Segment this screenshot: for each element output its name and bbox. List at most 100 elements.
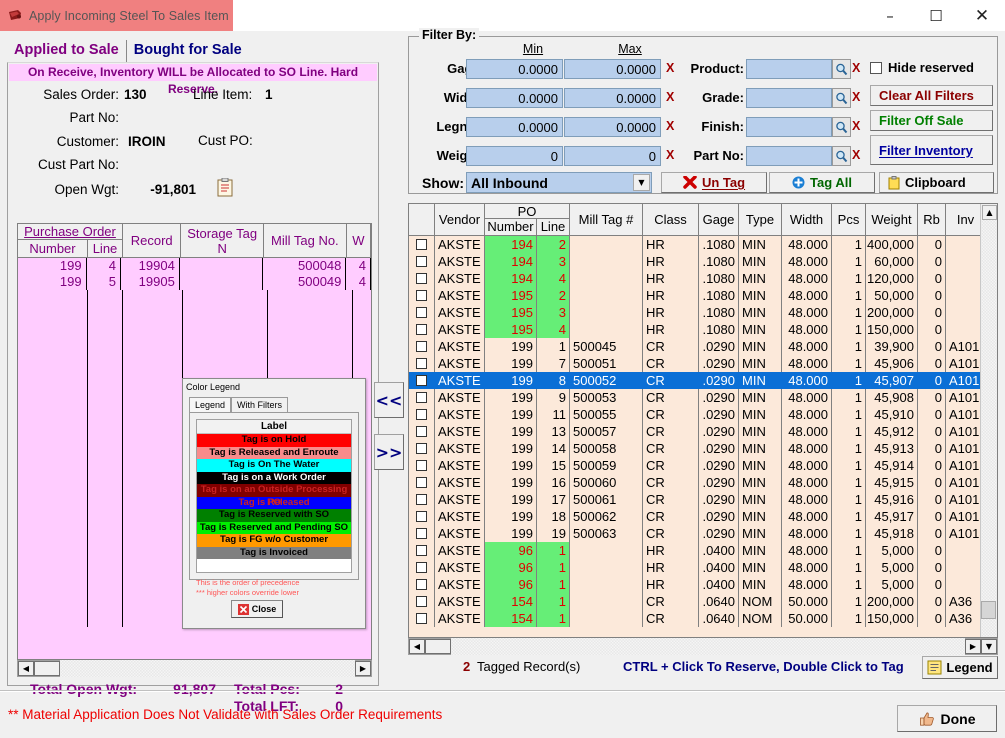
table-cell[interactable] <box>570 593 643 610</box>
checkbox-icon[interactable] <box>416 613 427 624</box>
table-cell[interactable]: HR <box>643 576 699 593</box>
table-cell[interactable]: 45,917 <box>866 508 918 525</box>
color-legend-dialog[interactable]: Color Legend Legend With Filters Label T… <box>182 378 366 629</box>
applied-tag-row[interactable]: 199 4 19904 500048 4 <box>18 258 371 274</box>
table-cell[interactable]: CR <box>643 440 699 457</box>
row-checkbox[interactable] <box>409 355 435 372</box>
table-cell[interactable]: 48.000 <box>782 576 832 593</box>
table-cell[interactable]: MIN <box>739 491 782 508</box>
legend-tab-legend[interactable]: Legend <box>189 397 232 412</box>
table-cell[interactable]: 199 <box>485 389 537 406</box>
table-cell[interactable]: MIN <box>739 559 782 576</box>
table-cell[interactable]: .0290 <box>699 474 739 491</box>
table-cell[interactable]: 17 <box>537 491 570 508</box>
table-cell[interactable]: 0 <box>918 423 946 440</box>
applied-tag-cell[interactable]: 4 <box>346 258 371 274</box>
table-cell[interactable]: 1 <box>832 593 866 610</box>
table-cell[interactable]: 48.000 <box>782 474 832 491</box>
table-row[interactable]: AKSTE 195 2 HR .1080 MIN 48.000 1 50,000 0 <box>409 287 997 304</box>
table-cell[interactable]: 199 <box>485 355 537 372</box>
table-cell[interactable]: 45,916 <box>866 491 918 508</box>
col-type[interactable]: Type <box>739 204 782 236</box>
table-cell[interactable]: MIN <box>739 270 782 287</box>
grade-search-button[interactable] <box>832 88 851 108</box>
applied-tag-cell[interactable]: 19905 <box>121 274 180 290</box>
table-cell[interactable]: 500060 <box>570 474 643 491</box>
product-clear-x[interactable]: X <box>852 61 860 75</box>
table-cell[interactable]: 199 <box>485 474 537 491</box>
table-cell[interactable]: 0 <box>918 474 946 491</box>
applied-tags-grid-body[interactable]: 199 4 19904 500048 4 199 5 19905 500049 4 <box>18 258 371 290</box>
weight-max-input[interactable]: 0 <box>564 146 661 166</box>
row-checkbox[interactable] <box>409 338 435 355</box>
table-cell[interactable]: .0290 <box>699 406 739 423</box>
row-checkbox[interactable] <box>409 270 435 287</box>
table-cell[interactable]: CR <box>643 355 699 372</box>
applied-tag-cell[interactable]: 199 <box>18 274 87 290</box>
table-cell[interactable]: 5,000 <box>866 576 918 593</box>
col-w[interactable]: W <box>346 224 371 258</box>
checkbox-icon[interactable] <box>416 579 427 590</box>
tag-all-button[interactable]: Tag All <box>769 172 875 193</box>
table-cell[interactable]: 48.000 <box>782 440 832 457</box>
table-cell[interactable]: 1 <box>832 491 866 508</box>
legend-close-button[interactable]: Close <box>231 600 283 618</box>
table-cell[interactable]: 500061 <box>570 491 643 508</box>
col-po-number[interactable]: Number <box>18 240 88 257</box>
table-cell[interactable]: 0 <box>918 508 946 525</box>
table-cell[interactable]: .0290 <box>699 440 739 457</box>
table-cell[interactable]: .1080 <box>699 236 739 253</box>
applied-tag-cell[interactable]: 4 <box>346 274 371 290</box>
table-cell[interactable]: .0290 <box>699 508 739 525</box>
table-cell[interactable]: CR <box>643 491 699 508</box>
table-cell[interactable]: 8 <box>537 372 570 389</box>
checkbox-icon[interactable] <box>416 273 427 284</box>
table-cell[interactable]: 45,915 <box>866 474 918 491</box>
partno-search-button[interactable] <box>832 146 851 166</box>
table-cell[interactable]: 154 <box>485 593 537 610</box>
table-cell[interactable]: .0400 <box>699 559 739 576</box>
table-cell[interactable]: HR <box>643 287 699 304</box>
table-cell[interactable] <box>570 287 643 304</box>
row-checkbox[interactable] <box>409 287 435 304</box>
table-cell[interactable]: MIN <box>739 389 782 406</box>
checkbox-icon[interactable] <box>416 375 427 386</box>
table-cell[interactable]: CR <box>643 389 699 406</box>
table-cell[interactable]: 50.000 <box>782 610 832 627</box>
inbound-grid-hscrollbar[interactable]: ◀ ▶ ▼ <box>408 638 998 655</box>
col-vendor[interactable]: Vendor <box>435 204 485 236</box>
clipboard-filter-button[interactable]: Clipboard <box>879 172 994 193</box>
table-cell[interactable]: 39,900 <box>866 338 918 355</box>
table-cell[interactable]: 1 <box>832 372 866 389</box>
width-max-input[interactable]: 0.0000 <box>564 88 661 108</box>
chevron-down-icon[interactable]: ▼ <box>633 174 650 191</box>
table-row[interactable]: AKSTE 199 9 500053 CR .0290 MIN 48.000 1 45,908 0 A… <box>409 389 997 406</box>
table-cell[interactable]: 500053 <box>570 389 643 406</box>
table-row[interactable]: AKSTE 199 18 500062 CR .0290 MIN 48.000 1 45,917 0… <box>409 508 997 525</box>
table-cell[interactable]: HR <box>643 542 699 559</box>
table-row[interactable]: AKSTE 96 1 HR .0400 MIN 48.000 1 5,000 0 <box>409 576 997 593</box>
table-cell[interactable]: .0640 <box>699 610 739 627</box>
table-cell[interactable]: AKSTE <box>435 304 485 321</box>
table-cell[interactable]: HR <box>643 321 699 338</box>
minimize-button[interactable]: – <box>867 0 913 31</box>
table-cell[interactable]: 4 <box>537 270 570 287</box>
table-cell[interactable]: 1 <box>832 236 866 253</box>
table-cell[interactable]: .0290 <box>699 355 739 372</box>
table-row[interactable]: AKSTE 96 1 HR .0400 MIN 48.000 1 5,000 0 <box>409 559 997 576</box>
table-cell[interactable]: MIN <box>739 406 782 423</box>
table-cell[interactable]: AKSTE <box>435 270 485 287</box>
table-cell[interactable]: 0 <box>918 440 946 457</box>
table-cell[interactable] <box>570 304 643 321</box>
table-cell[interactable]: HR <box>643 304 699 321</box>
table-cell[interactable]: 48.000 <box>782 508 832 525</box>
table-cell[interactable]: 4 <box>537 321 570 338</box>
table-cell[interactable]: 0 <box>918 610 946 627</box>
table-cell[interactable]: 48.000 <box>782 287 832 304</box>
table-cell[interactable]: 0 <box>918 253 946 270</box>
table-cell[interactable]: AKSTE <box>435 542 485 559</box>
checkbox-icon[interactable] <box>416 290 427 301</box>
row-checkbox[interactable] <box>409 406 435 423</box>
table-cell[interactable]: AKSTE <box>435 593 485 610</box>
table-cell[interactable]: 48.000 <box>782 389 832 406</box>
